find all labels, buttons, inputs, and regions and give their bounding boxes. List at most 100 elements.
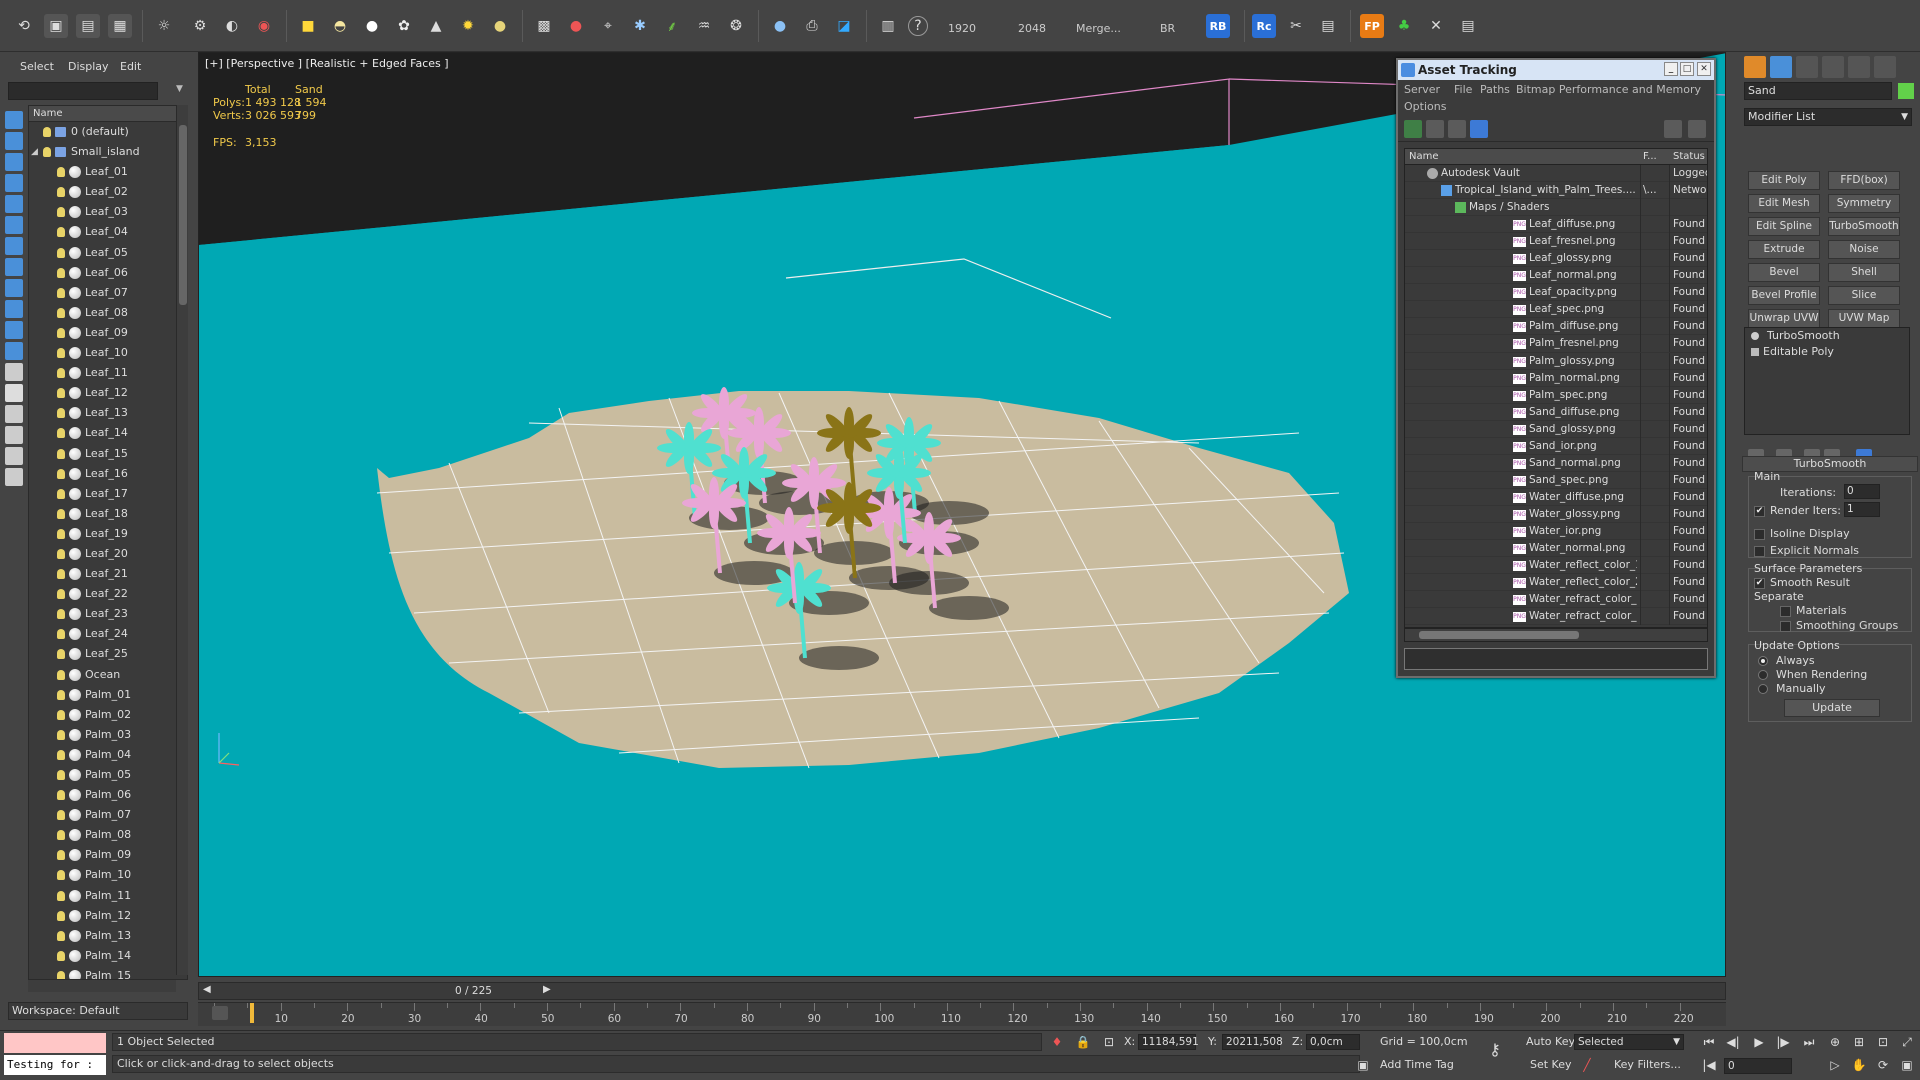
modifier-list-dropdown[interactable]: Modifier List ▼: [1744, 108, 1912, 126]
asset-row[interactable]: PNG Leaf_spec.png Found: [1405, 301, 1707, 319]
maximize-viewport-icon[interactable]: ⤢: [1898, 1033, 1916, 1051]
menu-bitmap-performance[interactable]: Bitmap Performance and Memory: [1516, 83, 1701, 96]
pan-icon[interactable]: ✋: [1850, 1056, 1868, 1074]
modifier-button-edit-poly[interactable]: Edit Poly: [1748, 171, 1820, 190]
asset-row[interactable]: PNG Sand_glossy.png Found: [1405, 420, 1707, 438]
visibility-bulb-icon[interactable]: [57, 669, 65, 680]
visibility-bulb-icon[interactable]: [57, 468, 65, 479]
asset-row[interactable]: Autodesk Vault Logged: [1405, 165, 1707, 183]
prev-frame-icon[interactable]: ◀: [203, 984, 211, 995]
column-name[interactable]: Name: [1409, 149, 1439, 165]
render-iters-checkbox[interactable]: ✔: [1754, 506, 1765, 517]
hemisphere-icon[interactable]: ◓: [328, 14, 352, 38]
display-shapes-icon[interactable]: [5, 153, 23, 171]
explicit-normals-checkbox[interactable]: [1754, 546, 1765, 557]
visibility-bulb-icon[interactable]: [57, 589, 65, 600]
menu-paths[interactable]: Paths: [1480, 83, 1510, 96]
render-setup-icon[interactable]: ▣: [44, 14, 68, 38]
material-icon[interactable]: ●: [564, 14, 588, 38]
modifier-button-edit-spline[interactable]: Edit Spline: [1748, 217, 1820, 236]
play-icon[interactable]: ▶: [1750, 1033, 1768, 1051]
scene-list-item[interactable]: Leaf_11: [29, 363, 187, 383]
scene-list-item[interactable]: Leaf_24: [29, 624, 187, 644]
mirror-icon[interactable]: ◐: [220, 14, 244, 38]
visibility-bulb-icon[interactable]: [57, 629, 65, 640]
display-tab-icon[interactable]: [1848, 56, 1870, 78]
isolate-icon[interactable]: ♦: [1048, 1033, 1066, 1051]
tools-icon[interactable]: ✂: [1284, 14, 1308, 38]
scene-scrollbar[interactable]: [176, 105, 188, 975]
set-key-mode-icon[interactable]: ╱: [1578, 1056, 1596, 1074]
asset-row[interactable]: PNG Leaf_glossy.png Found: [1405, 250, 1707, 268]
viewport-label[interactable]: [+] [Perspective ] [Realistic + Edged Fa…: [205, 57, 449, 70]
scene-list-item[interactable]: Leaf_07: [29, 283, 187, 303]
scene-list-item[interactable]: Palm_03: [29, 725, 187, 745]
manually-radio[interactable]: [1758, 684, 1768, 694]
key-icon[interactable]: ⚷: [1486, 1041, 1504, 1059]
object-name-field[interactable]: Sand: [1744, 82, 1892, 100]
orbit-icon[interactable]: ⟳: [1874, 1056, 1892, 1074]
create-tab-icon[interactable]: [1744, 56, 1766, 78]
modifier-button-turbosmooth[interactable]: TurboSmooth: [1828, 217, 1900, 236]
visibility-bulb-icon[interactable]: [57, 790, 65, 801]
smooth-result-checkbox[interactable]: ✔: [1754, 578, 1765, 589]
column-status[interactable]: Status: [1673, 149, 1705, 165]
visibility-bulb-icon[interactable]: [57, 569, 65, 580]
add-time-tag-button[interactable]: Add Time Tag: [1380, 1058, 1454, 1071]
always-radio[interactable]: [1758, 656, 1768, 666]
visibility-bulb-icon[interactable]: [57, 528, 65, 539]
hair-icon[interactable]: ♒: [692, 14, 716, 38]
scene-list-item[interactable]: Palm_06: [29, 785, 187, 805]
visibility-bulb-icon[interactable]: [57, 910, 65, 921]
scene-list-item[interactable]: Palm_01: [29, 685, 187, 705]
tab-edit[interactable]: Edit: [120, 60, 141, 73]
visibility-bulb-icon[interactable]: [57, 870, 65, 881]
display-frozen-icon[interactable]: [5, 342, 23, 360]
visibility-bulb-icon[interactable]: [57, 770, 65, 780]
display-none-icon[interactable]: [5, 384, 23, 402]
asset-row[interactable]: PNG Palm_spec.png Found: [1405, 386, 1707, 404]
set-key-button[interactable]: Set Key: [1530, 1058, 1572, 1071]
visibility-bulb-icon[interactable]: [57, 749, 65, 760]
scene-list-item[interactable]: Leaf_21: [29, 564, 187, 584]
previous-frame-icon[interactable]: ◀|: [1724, 1033, 1742, 1051]
current-frame-field[interactable]: 0: [1724, 1058, 1792, 1074]
hierarchy-icon[interactable]: [5, 468, 23, 486]
visibility-bulb-icon[interactable]: [57, 428, 65, 439]
scene-list-item[interactable]: Leaf_22: [29, 584, 187, 604]
cone-icon[interactable]: ▲: [424, 14, 448, 38]
minimize-icon[interactable]: _: [1664, 62, 1678, 76]
scene-list-item[interactable]: Palm_13: [29, 926, 187, 946]
isoline-checkbox[interactable]: [1754, 529, 1765, 540]
current-frame-marker[interactable]: [250, 1003, 254, 1023]
utilities-tab-icon[interactable]: [1874, 56, 1896, 78]
stack-item-editable-poly[interactable]: Editable Poly: [1745, 344, 1909, 360]
scene-hscrollbar[interactable]: [28, 980, 176, 992]
br-button[interactable]: BR: [1160, 22, 1175, 35]
visibility-bulb-icon[interactable]: [57, 850, 65, 861]
layer-visibility-icon[interactable]: [43, 127, 51, 137]
visibility-bulb-icon[interactable]: [57, 709, 65, 720]
scene-list-item[interactable]: Palm_07: [29, 805, 187, 825]
scene-list-item[interactable]: Leaf_04: [29, 222, 187, 242]
scene-list-item[interactable]: Palm_10: [29, 865, 187, 885]
iterations-spinner[interactable]: 0: [1844, 484, 1880, 499]
key-filters-button[interactable]: Key Filters...: [1614, 1058, 1681, 1071]
teapot-icon[interactable]: ⚙: [188, 14, 212, 38]
visibility-bulb-icon[interactable]: [57, 970, 65, 979]
sun-icon[interactable]: ✹: [456, 14, 480, 38]
visibility-bulb-icon[interactable]: [57, 609, 65, 620]
height-value[interactable]: 2048: [1018, 22, 1046, 35]
column-full-path[interactable]: F...: [1643, 149, 1657, 165]
filter-icon[interactable]: [5, 426, 23, 444]
scene-list-item[interactable]: Leaf_02: [29, 182, 187, 202]
render-iters-spinner[interactable]: 1: [1844, 502, 1880, 517]
tree-icon[interactable]: ♣: [1392, 14, 1416, 38]
visibility-bulb-icon[interactable]: [57, 167, 65, 178]
scene-list-item[interactable]: Leaf_18: [29, 504, 187, 524]
scene-list-item[interactable]: Leaf_15: [29, 444, 187, 464]
camera-icon[interactable]: ⎙: [800, 14, 824, 38]
modifier-button-slice[interactable]: Slice: [1828, 286, 1900, 305]
scene-list-item[interactable]: Palm_05: [29, 765, 187, 785]
cylinder-icon[interactable]: ●: [488, 14, 512, 38]
